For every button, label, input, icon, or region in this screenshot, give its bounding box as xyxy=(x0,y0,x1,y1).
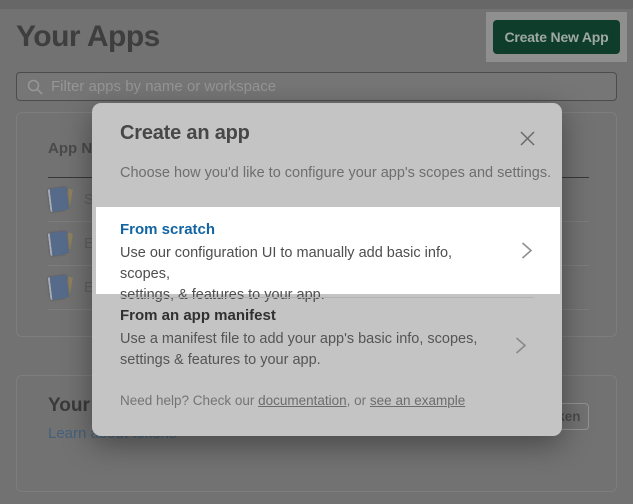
option-from-manifest[interactable]: From an app manifest Use a manifest file… xyxy=(120,303,554,371)
option-description: Use a manifest file to add your app's ba… xyxy=(120,329,554,371)
create-app-modal: Create an app Choose how you'd like to c… xyxy=(92,103,562,436)
app-icon xyxy=(48,230,72,258)
top-shadow xyxy=(0,0,633,9)
chevron-right-icon xyxy=(520,241,533,260)
create-new-app-button[interactable]: Create New App xyxy=(493,20,620,54)
option-title: From scratch xyxy=(120,220,500,239)
search-input[interactable] xyxy=(51,78,606,95)
see-an-example-link[interactable]: see an example xyxy=(370,393,465,408)
create-new-app-highlight: Create New App xyxy=(486,12,627,62)
your-apps-page: Your Apps Create New App App Name Se EP … xyxy=(0,0,633,504)
option-title: From an app manifest xyxy=(120,306,554,325)
modal-divider xyxy=(120,297,534,298)
documentation-link[interactable]: documentation xyxy=(258,393,347,408)
help-text: Need help? Check our documentation, or s… xyxy=(120,393,465,408)
close-icon xyxy=(519,130,536,147)
app-icon xyxy=(48,274,72,302)
search-icon xyxy=(27,79,43,95)
close-button[interactable] xyxy=(514,125,540,151)
page-title: Your Apps xyxy=(16,20,160,54)
search-bar[interactable] xyxy=(16,72,617,101)
help-separator: , or xyxy=(347,393,370,408)
help-prefix: Need help? Check our xyxy=(120,393,258,408)
option-from-scratch[interactable]: From scratch Use our configuration UI to… xyxy=(96,207,560,294)
chevron-right-icon xyxy=(514,336,527,355)
app-icon xyxy=(48,186,72,214)
modal-subtitle: Choose how you'd like to configure your … xyxy=(120,165,551,181)
modal-title: Create an app xyxy=(120,122,250,145)
